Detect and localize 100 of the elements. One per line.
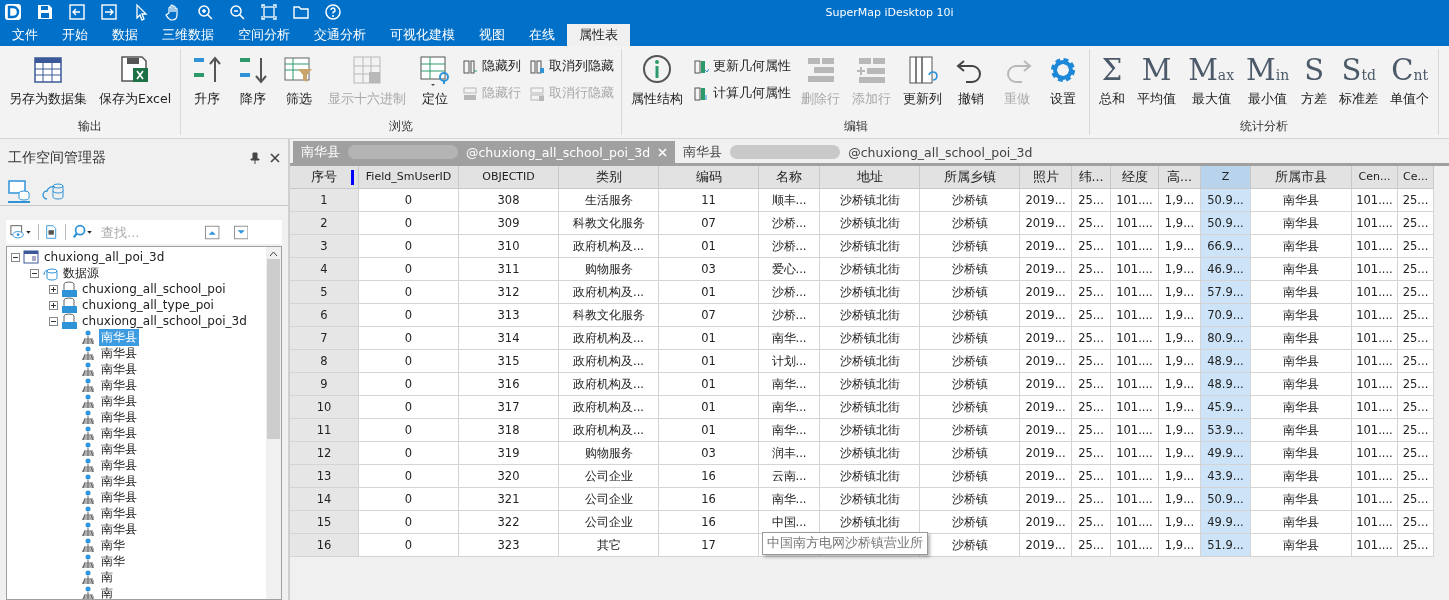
- table-cell: 101....: [1352, 235, 1398, 258]
- ribbon-button[interactable]: 定位: [413, 51, 458, 110]
- ribbon-button[interactable]: S 方差: [1296, 51, 1333, 110]
- full-extent-icon[interactable]: [260, 3, 278, 21]
- tree-item[interactable]: 南华: [99, 536, 127, 554]
- menu-tab[interactable]: 交通分析: [302, 24, 378, 46]
- tree-item[interactable]: 南华县: [99, 424, 139, 442]
- column-header[interactable]: Cen...: [1352, 166, 1398, 189]
- tree-item[interactable]: 南华县: [99, 408, 139, 426]
- ribbon-button[interactable]: Cnt 单值个: [1385, 51, 1435, 110]
- collapse-icon[interactable]: [30, 268, 39, 278]
- move-down-icon[interactable]: [233, 224, 248, 240]
- ribbon-button[interactable]: 降序: [231, 51, 276, 110]
- table-cell: 01: [659, 281, 759, 304]
- tree-item[interactable]: 南华县: [99, 360, 139, 378]
- menu-tab[interactable]: 开始: [50, 24, 100, 46]
- ribbon-button[interactable]: 更新列: [898, 51, 948, 110]
- collapse-icon[interactable]: [49, 316, 58, 326]
- tree-item[interactable]: chuxiong_all_school_poi_3d: [80, 314, 249, 328]
- move-up-icon[interactable]: [205, 224, 220, 240]
- scroll-up-icon[interactable]: [269, 251, 278, 257]
- ribbon-button[interactable]: M 平均值: [1132, 51, 1182, 110]
- export-icon[interactable]: [100, 3, 118, 21]
- tree-item[interactable]: 南华县: [99, 520, 139, 538]
- pin-icon[interactable]: [250, 152, 260, 164]
- zoom-out-icon[interactable]: [228, 3, 246, 21]
- save-icon[interactable]: [36, 3, 54, 21]
- tree-item[interactable]: 南华县: [99, 440, 139, 458]
- workspace-tab-icon[interactable]: [8, 179, 30, 203]
- tree-item[interactable]: chuxiong_all_type_poi: [80, 298, 216, 312]
- tree-item[interactable]: 南华县: [99, 392, 139, 410]
- tree-item[interactable]: 南华县: [99, 472, 139, 490]
- table-cell: 2019...: [1020, 534, 1072, 557]
- column-header[interactable]: 名称: [759, 166, 820, 189]
- menu-tab[interactable]: 在线: [517, 24, 567, 46]
- table-cell: 1,9...: [1159, 281, 1201, 304]
- column-header[interactable]: 纬...: [1072, 166, 1111, 189]
- ribbon-button[interactable]: 隐藏列: [459, 57, 525, 76]
- cloud-database-icon[interactable]: [42, 181, 64, 201]
- menu-tab[interactable]: 数据: [100, 24, 150, 46]
- tree-item[interactable]: 南: [99, 568, 115, 586]
- zoom-in-icon[interactable]: [196, 3, 214, 21]
- tree-item[interactable]: 南: [99, 584, 115, 599]
- column-header[interactable]: 高...: [1159, 166, 1201, 189]
- point-layer-icon: [80, 329, 96, 345]
- folder-icon[interactable]: [292, 3, 310, 21]
- column-header[interactable]: 地址: [820, 166, 920, 189]
- ribbon-button[interactable]: 筛选: [277, 51, 322, 110]
- ribbon-button[interactable]: 升序: [185, 51, 230, 110]
- tree-item[interactable]: 数据源: [61, 264, 101, 282]
- tree-item[interactable]: 南华县: [99, 488, 139, 506]
- menu-tab[interactable]: 三维数据: [150, 24, 226, 46]
- ribbon-button[interactable]: Max 最大值: [1183, 51, 1240, 110]
- table-cell: 101....: [1352, 212, 1398, 235]
- column-header[interactable]: 经度: [1111, 166, 1159, 189]
- ribbon-button[interactable]: 更新几何属性: [690, 57, 795, 76]
- column-header[interactable]: 照片: [1020, 166, 1072, 189]
- column-header[interactable]: Ce...: [1398, 166, 1434, 189]
- ribbon-button[interactable]: Std 标准差: [1334, 51, 1384, 110]
- column-header[interactable]: 所属乡镇: [920, 166, 1020, 189]
- help-icon[interactable]: [324, 3, 342, 21]
- tree-item[interactable]: chuxiong_all_poi_3d: [42, 250, 167, 264]
- tree-item[interactable]: 南华县: [99, 504, 139, 522]
- ribbon-button[interactable]: 撤销: [949, 51, 994, 110]
- document-icon[interactable]: [44, 224, 59, 240]
- column-header[interactable]: 序号: [290, 166, 359, 189]
- view-dropdown-icon[interactable]: [10, 224, 32, 240]
- menu-tab[interactable]: 属性表: [567, 24, 630, 46]
- close-icon[interactable]: [270, 153, 280, 163]
- ribbon-button[interactable]: Min 最小值: [1241, 51, 1295, 110]
- column-header[interactable]: 类别: [559, 166, 659, 189]
- tree-item[interactable]: 南华县: [99, 344, 139, 362]
- ribbon-button[interactable]: 计算几何属性: [690, 84, 795, 103]
- search-dropdown-icon[interactable]: [71, 224, 94, 240]
- column-header[interactable]: 编码: [659, 166, 759, 189]
- ribbon-button[interactable]: 属性结构: [626, 51, 689, 110]
- column-header[interactable]: Field_SmUserID: [359, 166, 459, 189]
- ribbon-button[interactable]: 取消列隐藏: [526, 57, 618, 76]
- expand-icon[interactable]: [49, 300, 58, 310]
- logo-icon[interactable]: [4, 3, 22, 21]
- column-header[interactable]: 所属市县: [1251, 166, 1352, 189]
- tree-item[interactable]: 南华县: [99, 376, 139, 394]
- ribbon-button[interactable]: 设置: [1041, 51, 1086, 110]
- expand-icon[interactable]: [49, 284, 58, 294]
- table-cell: 0: [359, 304, 459, 327]
- tree-item[interactable]: 南华县: [99, 456, 139, 474]
- column-header[interactable]: Z: [1201, 166, 1251, 189]
- menu-tab[interactable]: 可视化建模: [378, 24, 467, 46]
- ribbon-button[interactable]: Σ 总和: [1094, 51, 1131, 110]
- ribbon-button[interactable]: 另存为数据集: [4, 51, 92, 110]
- scrollbar[interactable]: [266, 247, 281, 599]
- menu-tab[interactable]: 视图: [467, 24, 517, 46]
- menu-tab[interactable]: 文件: [0, 24, 50, 46]
- tree-item[interactable]: 南华: [99, 552, 127, 570]
- tree-item[interactable]: chuxiong_all_school_poi: [80, 282, 228, 296]
- column-header[interactable]: OBJECTID: [459, 166, 559, 189]
- collapse-icon[interactable]: [11, 252, 20, 262]
- menu-tab[interactable]: 空间分析: [226, 24, 302, 46]
- ribbon-button[interactable]: 保存为Excel: [94, 51, 177, 110]
- import-icon[interactable]: [68, 3, 86, 21]
